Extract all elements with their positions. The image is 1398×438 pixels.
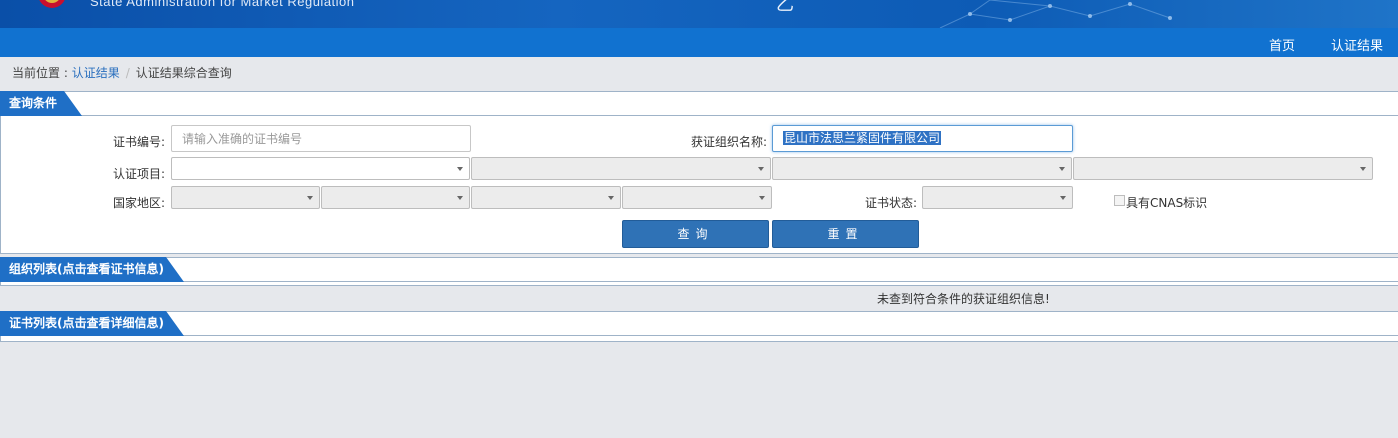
- chevron-down-icon: [758, 167, 764, 171]
- cnas-label: 具有CNAS标识: [1126, 196, 1208, 210]
- nav-item-home[interactable]: 首页: [1269, 35, 1295, 54]
- chevron-down-icon: [1060, 196, 1066, 200]
- nav-bar: 首页 认证结果: [0, 28, 1398, 57]
- decorative-network-icon: [939, 0, 1172, 28]
- cnas-checkbox[interactable]: [1114, 195, 1125, 206]
- org-list-panel: 组织列表(点击查看证书信息): [0, 257, 1398, 286]
- cert-list-header: 证书列表(点击查看详细信息): [0, 311, 1398, 336]
- chevron-down-icon: [307, 196, 313, 200]
- breadcrumb-prefix: 当前位置 :: [12, 66, 72, 80]
- org-name-value: 昆山市法思兰紧固件有限公司: [783, 131, 942, 145]
- status-label: 证书状态:: [865, 196, 918, 210]
- region-select-1[interactable]: [171, 186, 320, 209]
- cert-list-panel: 证书列表(点击查看详细信息): [0, 311, 1398, 342]
- region-select-3[interactable]: [471, 186, 621, 209]
- org-list-header: 组织列表(点击查看证书信息): [0, 257, 1398, 282]
- org-name-label: 获证组织名称:: [691, 135, 768, 149]
- breadcrumb-current: 认证结果综合查询: [135, 66, 232, 80]
- header-title-fragment: 乙: [776, 0, 794, 15]
- header-subtitle: State Administration for Market Regulati…: [90, 0, 355, 9]
- org-list-empty-message: 未查到符合条件的获证组织信息!: [877, 292, 1050, 306]
- breadcrumb-link-cert-results[interactable]: 认证结果: [72, 66, 120, 80]
- org-name-input[interactable]: 昆山市法思兰紧固件有限公司: [772, 125, 1073, 152]
- cert-no-input[interactable]: [171, 125, 471, 152]
- project-select-1[interactable]: [171, 157, 470, 180]
- region-select-2[interactable]: [321, 186, 470, 209]
- project-select-2[interactable]: [471, 157, 771, 180]
- query-panel-header: 查询条件: [0, 91, 1398, 116]
- project-select-4[interactable]: [1073, 157, 1373, 180]
- breadcrumb-separator: /: [125, 66, 130, 80]
- chevron-down-icon: [1360, 167, 1366, 171]
- query-panel-title: 查询条件: [0, 91, 82, 116]
- reset-button[interactable]: 重置: [772, 220, 919, 248]
- chevron-down-icon: [1059, 167, 1065, 171]
- project-label: 认证项目:: [113, 167, 166, 181]
- region-label: 国家地区:: [113, 196, 166, 210]
- cert-no-label: 证书编号:: [113, 135, 166, 149]
- national-emblem-icon: [39, 0, 65, 8]
- chevron-down-icon: [457, 196, 463, 200]
- status-select[interactable]: [922, 186, 1073, 209]
- breadcrumb: 当前位置 : 认证结果 / 认证结果综合查询: [12, 64, 232, 81]
- cert-list-title: 证书列表(点击查看详细信息): [0, 311, 184, 336]
- project-select-3[interactable]: [772, 157, 1072, 180]
- chevron-down-icon: [608, 196, 614, 200]
- chevron-down-icon: [457, 167, 463, 171]
- region-select-4[interactable]: [622, 186, 772, 209]
- nav-item-cert-results[interactable]: 认证结果: [1331, 35, 1383, 54]
- org-list-title: 组织列表(点击查看证书信息): [0, 257, 184, 282]
- chevron-down-icon: [759, 196, 765, 200]
- header-banner: State Administration for Market Regulati…: [0, 0, 1398, 28]
- search-button[interactable]: 查询: [622, 220, 769, 248]
